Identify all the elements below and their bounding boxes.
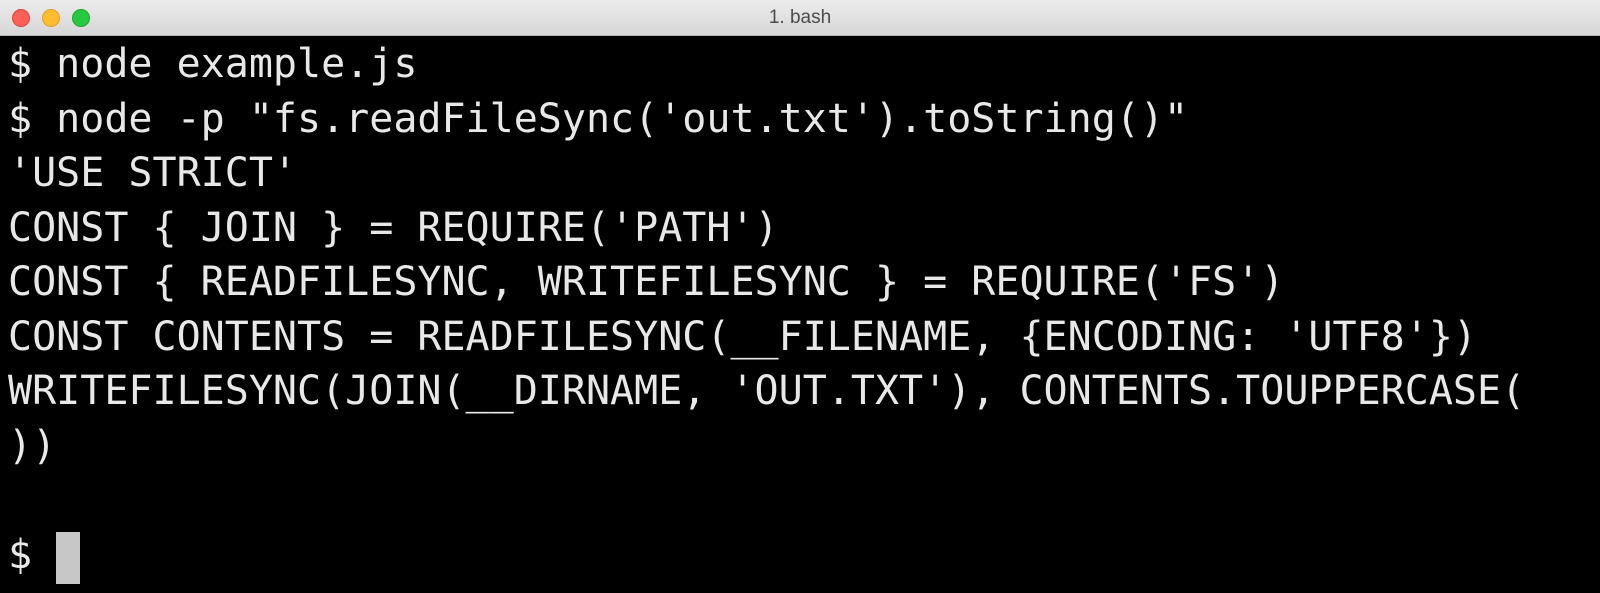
terminal-line: )): [8, 422, 57, 469]
text-cursor: [56, 531, 81, 584]
terminal-line: $ node example.js: [8, 41, 418, 87]
terminal-line: 'USE STRICT': [8, 150, 297, 196]
prompt-symbol: $: [8, 531, 57, 578]
window-title: 1. bash: [768, 7, 832, 28]
prompt-line[interactable]: $: [8, 528, 1594, 584]
terminal-output[interactable]: $ node example.js $ node -p "fs.readFile…: [8, 37, 1594, 589]
terminal-line: $ node -p "fs.readFileSync('out.txt').to…: [8, 95, 1189, 142]
terminal-line: CONST CONTENTS = READFILESYNC(__FILENAME…: [8, 313, 1478, 360]
terminal-line: CONST { JOIN } = REQUIRE('PATH'): [8, 204, 779, 251]
terminal-window: 1. bash $ node example.js $ node -p "fs.…: [0, 0, 1600, 593]
terminal-line: CONST { READFILESYNC, WRITEFILESYNC } = …: [8, 259, 1285, 305]
terminal-line: WRITEFILESYNC(JOIN(__DIRNAME, 'OUT.TXT')…: [8, 368, 1526, 414]
title-bar[interactable]: 1. bash: [0, 0, 1600, 36]
